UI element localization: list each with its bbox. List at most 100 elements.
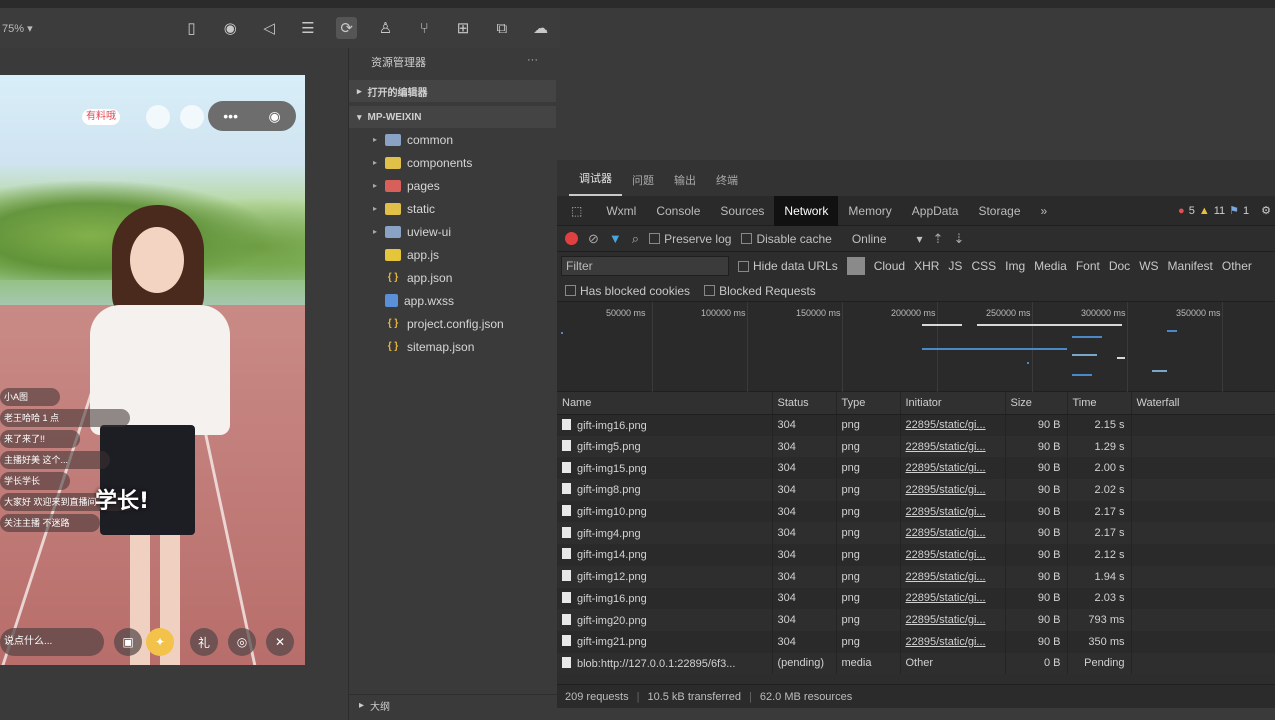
close-live-icon[interactable]: ✕	[266, 628, 294, 656]
comment-input[interactable]: 说点什么...	[0, 628, 104, 656]
disable-cache-checkbox[interactable]: Disable cache	[741, 232, 832, 246]
tree-item-components[interactable]: ▸ components	[349, 151, 556, 174]
gift-button[interactable]: 礼	[190, 628, 218, 656]
table-row[interactable]: gift-img12.png 304 png 22895/static/gi... 90…	[557, 565, 1275, 588]
more-tabs-button[interactable]: »	[1031, 196, 1058, 226]
outline-section[interactable]: ▸ 大纲	[349, 694, 557, 716]
filter-input[interactable]: Filter	[561, 256, 729, 276]
tab-storage[interactable]: Storage	[968, 196, 1030, 226]
tree-item-app-js[interactable]: app.js	[349, 243, 556, 266]
tab-appdata[interactable]: AppData	[902, 196, 969, 226]
cell-initiator[interactable]: 22895/static/gi...	[900, 587, 1006, 610]
zoom-select[interactable]: 75% ▾	[2, 22, 172, 35]
hide-data-urls-checkbox[interactable]: Hide data URLs	[738, 259, 838, 273]
follow-avatar[interactable]	[146, 105, 170, 129]
column-header-type[interactable]: Type	[836, 392, 901, 415]
column-header-time[interactable]: Time	[1067, 392, 1132, 415]
tab-terminal[interactable]: 终端	[706, 172, 748, 196]
tree-item-static[interactable]: ▸ static	[349, 197, 556, 220]
all-filter-button[interactable]	[846, 257, 865, 275]
table-row[interactable]: gift-img16.png 304 png 22895/static/gi... 90…	[557, 587, 1275, 610]
table-row[interactable]: gift-img21.png 304 png 22895/static/gi... 90…	[557, 630, 1275, 653]
cell-initiator[interactable]: 22895/static/gi...	[900, 479, 1006, 501]
type-filter-css[interactable]: CSS	[971, 259, 996, 273]
cell-initiator[interactable]: 22895/static/gi...	[900, 457, 1006, 480]
type-filter-font[interactable]: Font	[1076, 259, 1100, 273]
blocked-cookies-checkbox[interactable]: Has blocked cookies	[565, 284, 690, 298]
type-filter-other[interactable]: Other	[1222, 259, 1252, 273]
project-section[interactable]: ▾ MP-WEIXIN	[349, 106, 556, 128]
table-row[interactable]: gift-img4.png 304 png 22895/static/gi... 90 …	[557, 522, 1275, 545]
user-icon[interactable]: ♙	[375, 17, 396, 39]
open-editors-section[interactable]: ▸ 打开的编辑器	[349, 80, 556, 102]
import-icon[interactable]: ⇡	[933, 231, 944, 247]
type-filter-doc[interactable]: Doc	[1109, 259, 1130, 273]
share-icon[interactable]: ◎	[228, 628, 256, 656]
column-header-name[interactable]: Name	[557, 392, 773, 415]
column-header-initiator[interactable]: Initiator	[900, 392, 1006, 415]
cell-initiator[interactable]: 22895/static/gi...	[900, 609, 1006, 631]
tree-item-project-config-json[interactable]: { } project.config.json	[349, 312, 556, 335]
cell-initiator[interactable]: 22895/static/gi...	[900, 565, 1006, 588]
more-icon[interactable]: •••	[223, 108, 238, 124]
cell-initiator[interactable]: 22895/static/gi...	[900, 435, 1006, 458]
viewer-avatar[interactable]	[180, 105, 204, 129]
list-icon[interactable]: ☰	[297, 17, 318, 39]
mini-program-capsule[interactable]: ••• ◉	[208, 101, 296, 131]
table-row[interactable]: gift-img16.png 304 png 22895/static/gi... 90…	[557, 414, 1275, 436]
tree-item-app-json[interactable]: { } app.json	[349, 266, 556, 289]
search-icon[interactable]: ⌕	[632, 231, 639, 247]
tree-item-sitemap-json[interactable]: { } sitemap.json	[349, 335, 556, 358]
table-row[interactable]: gift-img15.png 304 png 22895/static/gi... 90…	[557, 457, 1275, 480]
more-actions-icon[interactable]: ···	[527, 54, 538, 66]
copy-icon[interactable]: ⧉	[491, 17, 512, 39]
type-filter-js[interactable]: JS	[948, 259, 962, 273]
refresh-icon[interactable]: ⟳	[336, 17, 358, 39]
preserve-log-checkbox[interactable]: Preserve log	[649, 232, 731, 246]
branch-icon[interactable]: ⑂	[414, 17, 435, 39]
tab-network[interactable]: Network	[774, 195, 839, 226]
tree-item-pages[interactable]: ▸ pages	[349, 174, 556, 197]
filter-icon[interactable]: ▼	[609, 231, 622, 246]
tab-sources[interactable]: Sources	[710, 196, 774, 226]
cell-initiator[interactable]: 22895/static/gi...	[900, 630, 1006, 653]
close-circle-icon[interactable]: ◉	[269, 108, 281, 125]
cell-initiator[interactable]: 22895/static/gi...	[900, 414, 1006, 436]
type-filter-manifest[interactable]: Manifest	[1168, 259, 1213, 273]
type-filter-media[interactable]: Media	[1034, 259, 1067, 273]
clear-icon[interactable]: ⊘	[588, 231, 599, 247]
cell-initiator[interactable]: Other	[900, 652, 1006, 675]
table-row[interactable]: gift-img20.png 304 png 22895/static/gi... 90…	[557, 609, 1275, 631]
inspect-icon[interactable]: ⬚	[557, 196, 596, 226]
tree-item-uview-ui[interactable]: ▸ uview-ui	[349, 220, 556, 243]
tree-item-common[interactable]: ▸ common	[349, 128, 556, 151]
record-icon[interactable]: ◉	[220, 17, 241, 39]
tab-console[interactable]: Console	[646, 196, 710, 226]
tab-memory[interactable]: Memory	[838, 196, 901, 226]
column-header-size[interactable]: Size	[1005, 392, 1068, 415]
cell-initiator[interactable]: 22895/static/gi...	[900, 544, 1006, 566]
cloud-icon[interactable]: ☁	[530, 17, 551, 39]
issue-badges[interactable]: ● 5 ▲ 11 ⚑ 1 ⚙	[1178, 204, 1275, 218]
type-filter-xhr[interactable]: XHR	[914, 259, 939, 273]
record-icon[interactable]	[565, 232, 578, 245]
cart-icon[interactable]: ▣	[114, 628, 142, 656]
tab-output[interactable]: 输出	[664, 172, 706, 196]
table-row[interactable]: gift-img8.png 304 png 22895/static/gi... 90 …	[557, 479, 1275, 501]
phone-icon[interactable]: ▯	[181, 17, 202, 39]
table-row[interactable]: gift-img10.png 304 png 22895/static/gi... 90…	[557, 500, 1275, 523]
type-filter-ws[interactable]: WS	[1139, 259, 1158, 273]
table-row[interactable]: blob:http://127.0.0.1:22895/6f3... (pendi…	[557, 652, 1275, 675]
tab-problems[interactable]: 问题	[622, 172, 664, 196]
column-header-waterfall[interactable]: Waterfall	[1131, 392, 1275, 415]
tree-item-app-wxss[interactable]: app.wxss	[349, 289, 556, 312]
column-header-status[interactable]: Status	[772, 392, 837, 415]
tab-debugger[interactable]: 调试器	[569, 170, 622, 196]
cell-initiator[interactable]: 22895/static/gi...	[900, 522, 1006, 545]
phone-screen[interactable]: 有料哦 ••• ◉ 小A图 老王哈哈 1 点 来了来了!! 主播好美 这个...…	[0, 75, 305, 665]
table-row[interactable]: gift-img5.png 304 png 22895/static/gi... 90 …	[557, 435, 1275, 458]
network-overview[interactable]: 50000 ms 100000 ms 150000 ms 200000 ms 25000…	[557, 302, 1275, 392]
export-icon[interactable]: ⇣	[953, 231, 964, 247]
blocked-requests-checkbox[interactable]: Blocked Requests	[704, 284, 816, 298]
table-row[interactable]: gift-img14.png 304 png 22895/static/gi... 90…	[557, 544, 1275, 566]
